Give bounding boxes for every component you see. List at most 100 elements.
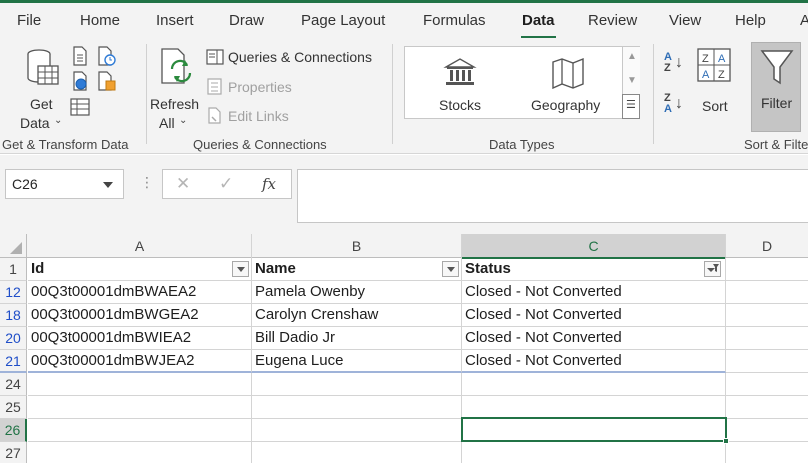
column-header-a[interactable]: A bbox=[28, 234, 252, 258]
more-dropdown-icon: ☰ bbox=[626, 99, 636, 111]
table-cell[interactable] bbox=[726, 281, 808, 304]
tab-page-layout[interactable]: Page Layout bbox=[301, 12, 385, 29]
cancel-icon[interactable]: ✕ bbox=[176, 174, 190, 194]
chevron-down-icon bbox=[237, 267, 245, 272]
filter-dropdown-status[interactable] bbox=[704, 261, 721, 277]
tab-draw[interactable]: Draw bbox=[229, 12, 264, 29]
from-text-icon[interactable] bbox=[71, 46, 89, 66]
table-cell[interactable] bbox=[28, 373, 252, 396]
tab-formulas[interactable]: Formulas bbox=[423, 12, 486, 29]
row-header[interactable]: 24 bbox=[0, 373, 27, 396]
from-table-icon[interactable] bbox=[70, 98, 90, 116]
cell-c1[interactable]: Status bbox=[462, 258, 726, 281]
table-cell[interactable]: Bill Dadio Jr bbox=[252, 327, 462, 350]
cell-a1[interactable]: Id bbox=[28, 258, 252, 281]
tab-help[interactable]: Help bbox=[735, 12, 766, 29]
tab-review[interactable]: Review bbox=[588, 12, 637, 29]
table-cell[interactable] bbox=[28, 442, 252, 463]
tab-file[interactable]: File bbox=[17, 12, 41, 29]
insert-function-icon[interactable]: fx bbox=[262, 175, 276, 193]
data-types-more-button[interactable]: ☰ bbox=[622, 94, 640, 119]
drag-handle-icon[interactable]: ⋮ bbox=[140, 174, 154, 191]
table-cell[interactable] bbox=[726, 304, 808, 327]
enter-check-icon[interactable]: ✓ bbox=[219, 174, 233, 194]
table-cell[interactable] bbox=[726, 419, 808, 442]
formula-input[interactable] bbox=[297, 169, 808, 223]
table-cell[interactable] bbox=[252, 442, 462, 463]
column-header-d[interactable]: D bbox=[726, 234, 808, 258]
table-cell[interactable]: Closed - Not Converted bbox=[462, 327, 726, 350]
table-cell[interactable]: Pamela Owenby bbox=[252, 281, 462, 304]
queries-connections-button[interactable]: Queries & Connections bbox=[204, 48, 380, 68]
table-cell[interactable] bbox=[252, 396, 462, 419]
column-header-c[interactable]: C bbox=[462, 234, 726, 259]
table-cell[interactable] bbox=[252, 419, 462, 442]
edit-links-label: Edit Links bbox=[228, 108, 289, 124]
fill-handle[interactable] bbox=[723, 438, 729, 444]
sort-label: Sort bbox=[702, 98, 728, 114]
get-data-label-2: Data bbox=[20, 115, 50, 131]
tab-view[interactable]: View bbox=[669, 12, 701, 29]
sort-button[interactable]: Z A A Z Sort bbox=[694, 46, 736, 126]
edit-links-button[interactable]: Edit Links bbox=[204, 106, 314, 126]
tab-data[interactable]: Data bbox=[522, 12, 555, 29]
get-data-button[interactable]: Get Data ⌄ bbox=[18, 44, 64, 131]
table-cell[interactable] bbox=[462, 396, 726, 419]
queries-pane-icon bbox=[206, 49, 224, 65]
row-header[interactable]: 1 bbox=[0, 258, 27, 281]
tab-home[interactable]: Home bbox=[80, 12, 120, 29]
table-cell[interactable] bbox=[726, 396, 808, 419]
table-cell[interactable]: 00Q3t00001dmBWJEA2 bbox=[28, 350, 252, 373]
from-web-icon[interactable] bbox=[71, 71, 89, 91]
table-cell[interactable]: Closed - Not Converted bbox=[462, 350, 726, 373]
chevron-down-icon[interactable] bbox=[103, 182, 113, 188]
column-header-b[interactable]: B bbox=[252, 234, 462, 258]
data-types-scroll-up[interactable]: ▲ bbox=[622, 46, 640, 70]
table-cell[interactable] bbox=[726, 442, 808, 463]
table-cell[interactable]: 00Q3t00001dmBWGEA2 bbox=[28, 304, 252, 327]
filter-dropdown-id[interactable] bbox=[232, 261, 249, 277]
chevron-down-icon: ⌄ bbox=[54, 115, 63, 126]
table-cell[interactable] bbox=[28, 396, 252, 419]
data-types-scroll-down[interactable]: ▼ bbox=[622, 70, 640, 94]
sort-ascending-button[interactable]: A Z ↓ bbox=[662, 52, 688, 78]
select-all-button[interactable] bbox=[0, 234, 27, 258]
table-cell[interactable] bbox=[462, 373, 726, 396]
cell-b1[interactable]: Name bbox=[252, 258, 462, 281]
row-header[interactable]: 25 bbox=[0, 396, 27, 419]
table-cell[interactable]: Closed - Not Converted bbox=[462, 304, 726, 327]
row-header[interactable]: 20 bbox=[0, 327, 27, 350]
row-header[interactable]: 12 bbox=[0, 281, 27, 304]
filter-dropdown-name[interactable] bbox=[442, 261, 459, 277]
existing-connections-icon[interactable] bbox=[97, 71, 117, 91]
sort-dialog-icon: Z A A Z bbox=[697, 48, 731, 82]
table-cell[interactable]: 00Q3t00001dmBWAEA2 bbox=[28, 281, 252, 304]
geography-button[interactable]: Geography bbox=[527, 51, 611, 115]
name-box[interactable]: C26 bbox=[5, 169, 124, 199]
table-cell[interactable] bbox=[28, 419, 252, 442]
row-header[interactable]: 18 bbox=[0, 304, 27, 327]
table-cell[interactable]: Carolyn Crenshaw bbox=[252, 304, 462, 327]
row-header[interactable]: 26 bbox=[0, 419, 27, 442]
sort-descending-button[interactable]: Z A ↓ bbox=[662, 93, 688, 119]
chevron-down-icon: ⌄ bbox=[179, 115, 188, 126]
table-cell[interactable] bbox=[726, 350, 808, 373]
tab-overflow[interactable]: A bbox=[800, 12, 808, 29]
table-cell[interactable] bbox=[726, 373, 808, 396]
table-cell[interactable] bbox=[726, 327, 808, 350]
recent-sources-icon[interactable] bbox=[97, 46, 117, 66]
table-cell[interactable]: Eugena Luce bbox=[252, 350, 462, 373]
cell-d1[interactable] bbox=[726, 258, 808, 281]
tab-insert[interactable]: Insert bbox=[156, 12, 194, 29]
row-header[interactable]: 21 bbox=[0, 350, 27, 373]
stocks-button[interactable]: Stocks bbox=[425, 51, 495, 115]
properties-button[interactable]: Properties bbox=[204, 77, 314, 97]
row-header[interactable]: 27 bbox=[0, 442, 27, 463]
table-cell[interactable] bbox=[252, 373, 462, 396]
refresh-all-button[interactable]: Refresh All ⌄ bbox=[150, 44, 200, 131]
table-cell[interactable]: Closed - Not Converted bbox=[462, 281, 726, 304]
sort-za-icon: Z A bbox=[664, 93, 672, 115]
filter-button[interactable]: Filter bbox=[751, 42, 801, 132]
table-cell[interactable] bbox=[462, 442, 726, 463]
table-cell[interactable]: 00Q3t00001dmBWIEA2 bbox=[28, 327, 252, 350]
